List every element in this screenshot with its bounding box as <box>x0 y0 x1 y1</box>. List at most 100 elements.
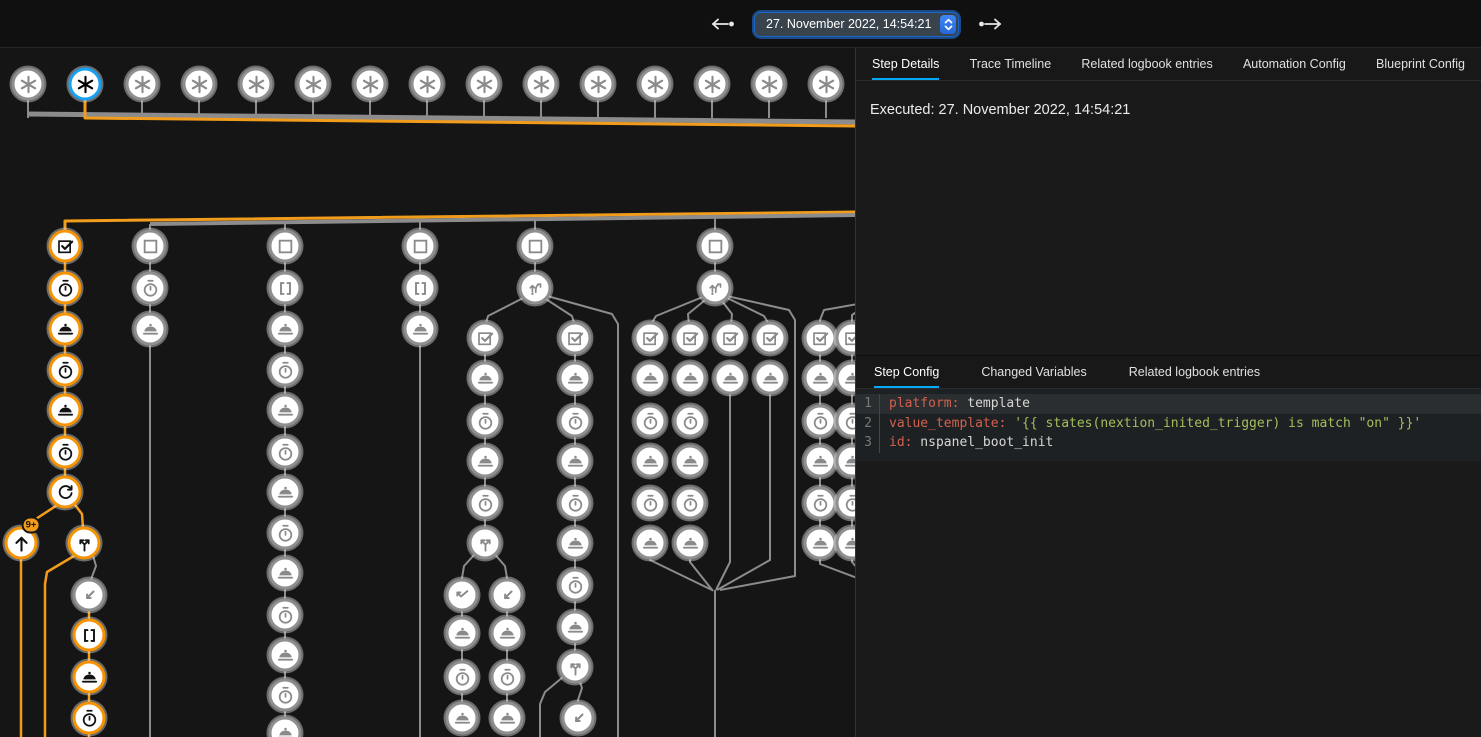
trace-node-timer-icon[interactable] <box>634 405 667 438</box>
trace-node-asterisk-icon[interactable] <box>696 68 729 101</box>
trace-node-service-icon[interactable] <box>446 702 479 735</box>
trace-node-checkbox-icon[interactable] <box>674 322 707 355</box>
trace-node-arrow-down-left-icon[interactable] <box>73 579 106 612</box>
trace-node-square-icon[interactable] <box>269 230 302 263</box>
trace-node-service-icon[interactable] <box>634 527 667 560</box>
trace-node-call-split-icon[interactable] <box>469 527 502 560</box>
trace-node-checkbox-icon[interactable] <box>804 322 837 355</box>
trace-node-timer-icon[interactable] <box>49 436 82 469</box>
trace-node-timer-icon[interactable] <box>559 569 592 602</box>
trace-node-asterisk-icon[interactable] <box>753 68 786 101</box>
trace-node-arrow-down-left-icon[interactable] <box>562 702 595 735</box>
trace-node-service-icon[interactable] <box>269 313 302 346</box>
trace-node-timer-icon[interactable] <box>134 272 167 305</box>
trace-node-service-icon[interactable] <box>804 445 837 478</box>
trace-node-timer-icon[interactable] <box>491 661 524 694</box>
trace-node-repeat-icon[interactable] <box>49 476 82 509</box>
trace-node-timer-icon[interactable] <box>469 405 502 438</box>
tab-blueprint-config[interactable]: Blueprint Config <box>1376 48 1465 80</box>
tab-related-logbook-entries[interactable]: Related logbook entries <box>1081 48 1212 80</box>
trace-node-timer-icon[interactable] <box>49 354 82 387</box>
trace-node-service-icon[interactable] <box>674 362 707 395</box>
trace-node-service-icon[interactable] <box>559 611 592 644</box>
trace-node-service-icon[interactable] <box>269 394 302 427</box>
trace-node-asterisk-icon[interactable] <box>468 68 501 101</box>
trace-node-service-icon[interactable] <box>634 445 667 478</box>
trace-node-service-icon[interactable] <box>804 527 837 560</box>
trace-node-timer-icon[interactable] <box>269 436 302 469</box>
trace-node-arrow-down-left-icon[interactable] <box>491 579 524 612</box>
trace-node-timer-icon[interactable] <box>269 679 302 712</box>
trace-node-asterisk-icon[interactable] <box>69 68 102 101</box>
trace-node-service-icon[interactable] <box>491 617 524 650</box>
trace-node-square-icon[interactable] <box>404 230 437 263</box>
trace-node-checkbox-icon[interactable] <box>469 322 502 355</box>
tab-step-config[interactable]: Step Config <box>874 356 939 388</box>
trace-node-timer-icon[interactable] <box>269 599 302 632</box>
trace-node-checkbox-icon[interactable] <box>714 322 747 355</box>
trace-node-arrow-decision-icon[interactable] <box>699 272 732 305</box>
trace-node-timer-icon[interactable] <box>674 487 707 520</box>
trace-node-timer-icon[interactable] <box>559 405 592 438</box>
trace-node-asterisk-icon[interactable] <box>525 68 558 101</box>
trace-node-brackets-icon[interactable] <box>269 272 302 305</box>
trace-node-service-icon[interactable] <box>754 362 787 395</box>
trace-node-service-icon[interactable] <box>269 476 302 509</box>
trace-node-timer-icon[interactable] <box>674 405 707 438</box>
trace-node-asterisk-icon[interactable] <box>126 68 159 101</box>
trace-node-checkbox-icon[interactable] <box>634 322 667 355</box>
trace-node-service-icon[interactable] <box>446 617 479 650</box>
trace-node-asterisk-icon[interactable] <box>183 68 216 101</box>
trace-node-asterisk-icon[interactable] <box>411 68 444 101</box>
trace-node-service-icon[interactable] <box>49 394 82 427</box>
trace-node-checkbox-icon[interactable] <box>559 322 592 355</box>
tab-trace-timeline[interactable]: Trace Timeline <box>970 48 1052 80</box>
trace-node-brackets-icon[interactable] <box>73 619 106 652</box>
tab-changed-variables[interactable]: Changed Variables <box>981 356 1086 388</box>
trace-node-service-icon[interactable] <box>73 661 106 694</box>
trace-node-timer-icon[interactable] <box>269 354 302 387</box>
trace-node-service-icon[interactable] <box>674 445 707 478</box>
trace-node-timer-icon[interactable] <box>49 272 82 305</box>
trace-node-service-icon[interactable] <box>469 445 502 478</box>
tab-automation-config[interactable]: Automation Config <box>1243 48 1346 80</box>
trace-node-timer-icon[interactable] <box>634 487 667 520</box>
trace-node-service-icon[interactable] <box>49 313 82 346</box>
trace-node-timer-icon[interactable] <box>446 661 479 694</box>
trace-node-service-icon[interactable] <box>404 313 437 346</box>
trace-node-service-icon[interactable] <box>559 445 592 478</box>
trace-node-check-arrow-icon[interactable] <box>446 579 479 612</box>
trace-node-square-icon[interactable] <box>519 230 552 263</box>
trace-node-service-icon[interactable] <box>269 557 302 590</box>
trace-node-timer-icon[interactable] <box>559 487 592 520</box>
trace-node-checkbox-icon[interactable] <box>49 230 82 263</box>
trace-node-service-icon[interactable] <box>269 639 302 672</box>
trace-node-asterisk-icon[interactable] <box>240 68 273 101</box>
trace-node-call-split-icon[interactable] <box>68 527 101 560</box>
trace-run-select[interactable]: 27. November 2022, 14:54:21 <box>755 13 958 36</box>
trace-node-asterisk-icon[interactable] <box>639 68 672 101</box>
trace-node-service-icon[interactable] <box>674 527 707 560</box>
trace-node-timer-icon[interactable] <box>73 702 106 735</box>
trace-node-service-icon[interactable] <box>559 527 592 560</box>
trace-node-service-icon[interactable] <box>714 362 747 395</box>
trace-node-square-icon[interactable] <box>134 230 167 263</box>
trace-node-service-icon[interactable] <box>134 313 167 346</box>
trace-node-brackets-icon[interactable] <box>404 272 437 305</box>
trace-node-square-icon[interactable] <box>699 230 732 263</box>
trace-node-service-icon[interactable] <box>634 362 667 395</box>
trace-node-asterisk-icon[interactable] <box>810 68 843 101</box>
trace-node-asterisk-icon[interactable] <box>354 68 387 101</box>
trace-node-asterisk-icon[interactable] <box>12 68 45 101</box>
tab-step-details[interactable]: Step Details <box>872 48 939 80</box>
yaml-code-editor[interactable]: 1platform: template2value_template: '{{ … <box>856 389 1481 461</box>
trace-node-service-icon[interactable] <box>469 362 502 395</box>
trace-node-service-icon[interactable] <box>804 362 837 395</box>
trace-node-call-split-icon[interactable] <box>559 651 592 684</box>
next-trace-button[interactable] <box>973 14 1007 34</box>
trace-node-service-icon[interactable] <box>491 702 524 735</box>
previous-trace-button[interactable] <box>706 14 740 34</box>
trace-node-checkbox-icon[interactable] <box>754 322 787 355</box>
trace-node-arrow-decision-icon[interactable] <box>519 272 552 305</box>
trace-node-timer-icon[interactable] <box>469 487 502 520</box>
